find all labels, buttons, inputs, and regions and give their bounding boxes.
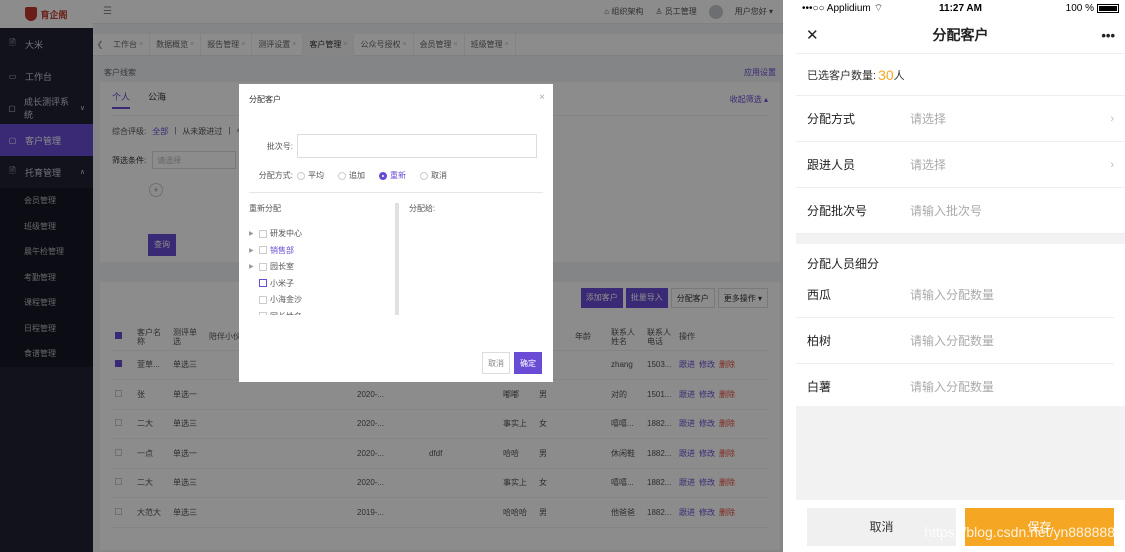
tree-node[interactable]: 园长姓名 [249, 308, 395, 315]
tree-node-label: 园长室 [270, 262, 294, 272]
close-icon[interactable]: × [539, 92, 545, 103]
form-row[interactable]: 分配批次号 请输入批次号 [796, 188, 1125, 234]
tree-node[interactable]: ▶ 销售部 [249, 242, 395, 259]
radio-label: 取消 [431, 171, 447, 180]
tree-caret-icon[interactable]: ▶ [249, 230, 256, 237]
person-quantity-input[interactable]: 请输入分配数量 [910, 332, 994, 349]
tree-title: 重新分配 [249, 203, 281, 213]
tree-node[interactable]: 小海金沙 [249, 292, 395, 309]
people-list: 西瓜 请输入分配数量 柏树 请输入分配数量 白薯 请输入分配数量 [796, 272, 1125, 410]
selected-label: 已选客户数量: [807, 69, 877, 82]
tree-caret-icon[interactable]: ▶ [249, 247, 256, 254]
org-tree: 重新分配 ▶研发中心▶销售部▶园长室小米子小海金沙园长姓名小米 [249, 202, 399, 315]
mobile-screen: •••○○ Applidium ⌔ 11:27 AM 100 % ✕ 分配客户 … [796, 0, 1125, 552]
tree-checkbox[interactable] [259, 295, 267, 304]
radio-dot [338, 171, 346, 180]
field-label: 分配方式 [807, 112, 856, 126]
tree-checkbox[interactable] [259, 246, 267, 255]
person-quantity-input[interactable]: 请输入分配数量 [910, 286, 994, 303]
nav-bar: ✕ 分配客户 ••• [796, 17, 1125, 54]
field-input[interactable]: 请输入批次号 [910, 202, 1114, 219]
assign-modal: 分配客户 × 批次号: 分配方式: 平均 追加 重新 取消 重新分配 ▶ 研发中心 ▶ 销售… [239, 84, 553, 382]
nav-title: 分配客户 [932, 27, 989, 43]
tree-node[interactable]: ▶ 研发中心 [249, 226, 395, 243]
admin-screen: 育企阁 🗎 大米 ▭ 工作台 ▢ 成长测评系统 ∨ ▢ 客户管理 🗎 托育管理 ∧ 会员管理 班级管理晨… [0, 0, 783, 552]
clock: 11:27 AM [939, 3, 982, 14]
tree-checkbox[interactable] [259, 279, 267, 288]
radio-label: 重新 [390, 171, 406, 180]
modal-footer: 取消 确定 [482, 352, 542, 374]
field-input[interactable]: 请选择 [910, 110, 1110, 127]
field-label: 分配批次号 [807, 204, 868, 218]
mode-radios: 平均 追加 重新 取消 [297, 170, 461, 182]
mode-radio[interactable]: 取消 [420, 170, 447, 181]
assign-form: 分配方式 请选择 › 跟进人员 请选择 › 分配批次号 请输入批次号 [796, 96, 1125, 234]
radio-label: 平均 [308, 171, 324, 180]
section-gap [796, 234, 1125, 244]
mode-radio[interactable]: 平均 [297, 170, 324, 181]
tree-node[interactable]: 小米子 [249, 275, 395, 292]
tree-node-label: 小海金沙 [270, 295, 302, 305]
chevron-right-icon: › [1110, 112, 1114, 125]
person-quantity-input[interactable]: 请输入分配数量 [910, 378, 994, 395]
assign-to-label: 分配给: [409, 203, 436, 213]
radio-dot [420, 171, 428, 180]
radio-label: 追加 [349, 171, 365, 180]
tree-node-label: 销售部 [270, 245, 294, 255]
person-label: 柏树 [807, 334, 832, 348]
batch-input[interactable] [297, 134, 537, 158]
person-label: 白薯 [807, 380, 832, 394]
section-title: 分配人员细分 [807, 257, 880, 271]
radio-dot [379, 171, 387, 180]
tree-checkbox[interactable] [259, 312, 267, 315]
selected-count: 30 [878, 66, 894, 83]
tree-caret-icon[interactable]: ▶ [249, 263, 256, 270]
tree-list: ▶研发中心▶销售部▶园长室小米子小海金沙园长姓名小米 [249, 226, 395, 315]
spacer [796, 406, 1125, 500]
tree-checkbox[interactable] [259, 229, 267, 238]
tree-node-label: 研发中心 [270, 229, 302, 239]
mode-radio[interactable]: 重新 [379, 170, 406, 181]
mode-label: 分配方式: [258, 171, 293, 181]
radio-dot [297, 171, 305, 180]
tree-node-label: 园长姓名 [270, 311, 302, 315]
modal-cancel-button[interactable]: 取消 [482, 352, 510, 374]
tree-node[interactable]: ▶ 园长室 [249, 259, 395, 276]
form-row[interactable]: 分配方式 请选择 › [796, 96, 1125, 142]
modal-confirm-button[interactable]: 确定 [514, 352, 542, 374]
mode-radio[interactable]: 追加 [338, 170, 365, 181]
tree-checkbox[interactable] [259, 262, 267, 271]
person-row[interactable]: 白薯 请输入分配数量 [796, 364, 1114, 410]
person-row[interactable]: 西瓜 请输入分配数量 [796, 272, 1114, 318]
mode-row: 分配方式: 平均 追加 重新 取消 [239, 170, 553, 182]
field-input[interactable]: 请选择 [910, 156, 1110, 173]
selected-unit: 人 [893, 69, 905, 82]
watermark: https://blog.csdn.net/yn888888 [924, 524, 1115, 540]
batch-label: 批次号: [266, 141, 293, 151]
modal-split: 重新分配 ▶研发中心▶销售部▶园长室小米子小海金沙园长姓名小米 分配给: [239, 193, 553, 315]
batch-row: 批次号: [239, 134, 553, 158]
person-label: 西瓜 [807, 288, 832, 302]
modal-title: 分配客户 [249, 95, 281, 104]
form-row[interactable]: 跟进人员 请选择 › [796, 142, 1125, 188]
person-row[interactable]: 柏树 请输入分配数量 [796, 318, 1114, 364]
tree-node-label: 小米子 [270, 278, 294, 288]
status-bar: •••○○ Applidium ⌔ 11:27 AM 100 % [796, 0, 1125, 17]
chevron-right-icon: › [1110, 158, 1114, 171]
field-label: 跟进人员 [807, 158, 856, 172]
selected-count-row: 已选客户数量: 30 人 [796, 54, 1125, 96]
